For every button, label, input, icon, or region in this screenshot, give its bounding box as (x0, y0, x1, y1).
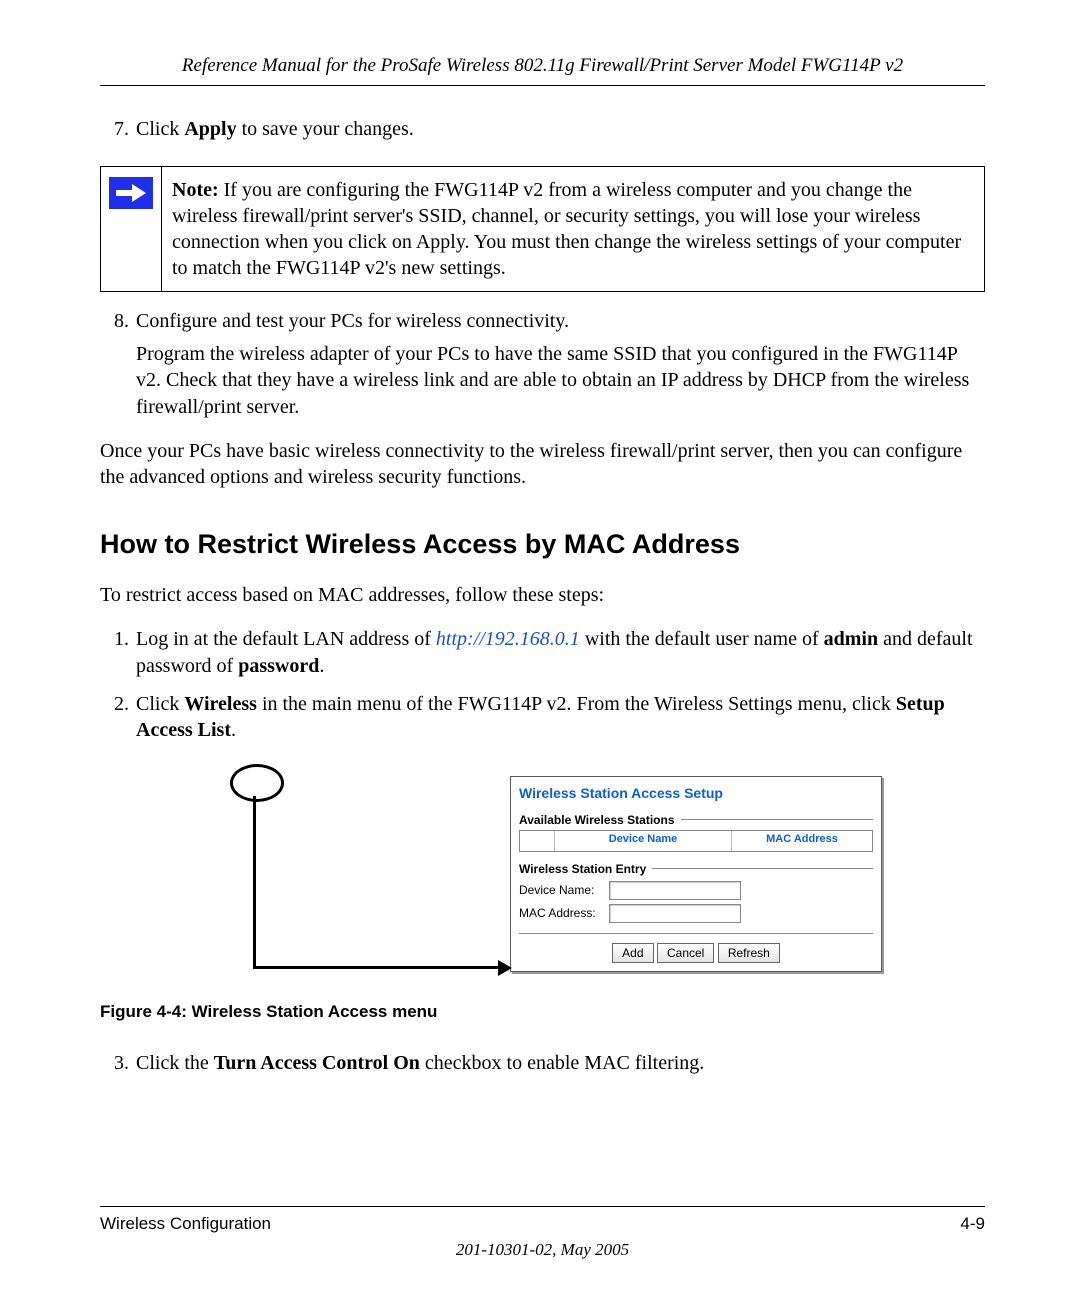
add-button[interactable]: Add (612, 943, 653, 963)
s1-b2: password (238, 655, 319, 677)
s3-end: checkbox to enable MAC filtering. (420, 1052, 704, 1074)
station-entry-label: Wireless Station Entry (511, 862, 881, 879)
arrow-right-icon (109, 177, 153, 209)
callout-bubble (230, 764, 284, 802)
s3-pre: Click the (136, 1052, 214, 1074)
callout-connector (100, 764, 510, 984)
device-name-input[interactable] (609, 881, 741, 900)
mac-step-list-cont: Click the Turn Access Control On checkbo… (100, 1050, 985, 1076)
s2-end: . (231, 719, 236, 741)
note-text: Note: If you are configuring the FWG114P… (162, 167, 984, 291)
s2-b1: Wireless (184, 693, 257, 715)
step-list-7: Click Apply to save your changes. (100, 116, 985, 142)
mac-address-input[interactable] (609, 904, 741, 923)
step7-pre: Click (136, 118, 184, 140)
figure-caption: Figure 4-4: Wireless Station Access menu (100, 1002, 985, 1022)
mac-address-row: MAC Address: (511, 902, 881, 933)
mac-step-1: Log in at the default LAN address of htt… (134, 626, 985, 679)
mac-step-2: Click Wireless in the main menu of the F… (134, 691, 985, 744)
step8-line2: Program the wireless adapter of your PCs… (136, 341, 985, 420)
device-name-label: Device Name: (519, 883, 609, 897)
avail-text: Available Wireless Stations (519, 813, 675, 827)
footer-page-number: 4-9 (960, 1214, 985, 1234)
dialog-title: Wireless Station Access Setup (511, 777, 881, 813)
note-icon-cell (101, 167, 162, 291)
s2-pre: Click (136, 693, 184, 715)
s1-end: . (319, 655, 324, 677)
callout-hline (253, 966, 500, 969)
footer-row: Wireless Configuration 4-9 (100, 1214, 985, 1234)
th-select (520, 831, 555, 851)
section-intro: To restrict access based on MAC addresse… (100, 582, 985, 608)
s2-mid: in the main menu of the FWG114P v2. From… (257, 693, 896, 715)
refresh-button[interactable]: Refresh (718, 943, 780, 963)
th-device-name: Device Name (555, 831, 732, 851)
step7-bold: Apply (184, 118, 236, 140)
available-stations-label: Available Wireless Stations (511, 813, 881, 830)
step-list-8: Configure and test your PCs for wireless… (100, 308, 985, 420)
s1-mid: with the default user name of (580, 628, 824, 650)
device-name-row: Device Name: (511, 879, 881, 902)
callout-arrow-icon (498, 960, 512, 976)
divider (681, 819, 873, 820)
lan-link[interactable]: http://192.168.0.1 (436, 628, 580, 650)
s1-b1: admin (824, 628, 878, 650)
page-footer: Wireless Configuration 4-9 201-10301-02,… (100, 1206, 985, 1260)
callout-vline (253, 796, 256, 968)
available-stations-table: Device Name MAC Address (519, 830, 873, 852)
footer-docid: 201-10301-02, May 2005 (100, 1240, 985, 1260)
step-8: Configure and test your PCs for wireless… (134, 308, 985, 420)
dialog-button-row: Add Cancel Refresh (511, 933, 881, 971)
s1-pre: Log in at the default LAN address of (136, 628, 436, 650)
section-heading: How to Restrict Wireless Access by MAC A… (100, 529, 985, 560)
footer-left: Wireless Configuration (100, 1214, 271, 1234)
step8-line1: Configure and test your PCs for wireless… (136, 310, 569, 332)
divider (652, 868, 873, 869)
running-header: Reference Manual for the ProSafe Wireles… (100, 55, 985, 86)
s3-b1: Turn Access Control On (214, 1052, 420, 1074)
cancel-button[interactable]: Cancel (657, 943, 714, 963)
step7-post: to save your changes. (237, 118, 414, 140)
mac-address-label: MAC Address: (519, 906, 609, 920)
note-label: Note: (172, 179, 219, 201)
note-box: Note: If you are configuring the FWG114P… (100, 166, 985, 292)
figure-4-4: Wireless Station Access Setup Available … (100, 764, 985, 984)
wireless-access-dialog: Wireless Station Access Setup Available … (510, 776, 882, 972)
footer-rule (100, 1206, 985, 1208)
note-body: If you are configuring the FWG114P v2 fr… (172, 179, 961, 279)
mac-step-list: Log in at the default LAN address of htt… (100, 626, 985, 744)
th-mac-address: MAC Address (732, 831, 872, 851)
paragraph-after-steps: Once your PCs have basic wireless connec… (100, 438, 985, 491)
mac-step-3: Click the Turn Access Control On checkbo… (134, 1050, 985, 1076)
step-7: Click Apply to save your changes. (134, 116, 985, 142)
entry-text: Wireless Station Entry (519, 862, 646, 876)
document-page: Reference Manual for the ProSafe Wireles… (0, 0, 1080, 1296)
